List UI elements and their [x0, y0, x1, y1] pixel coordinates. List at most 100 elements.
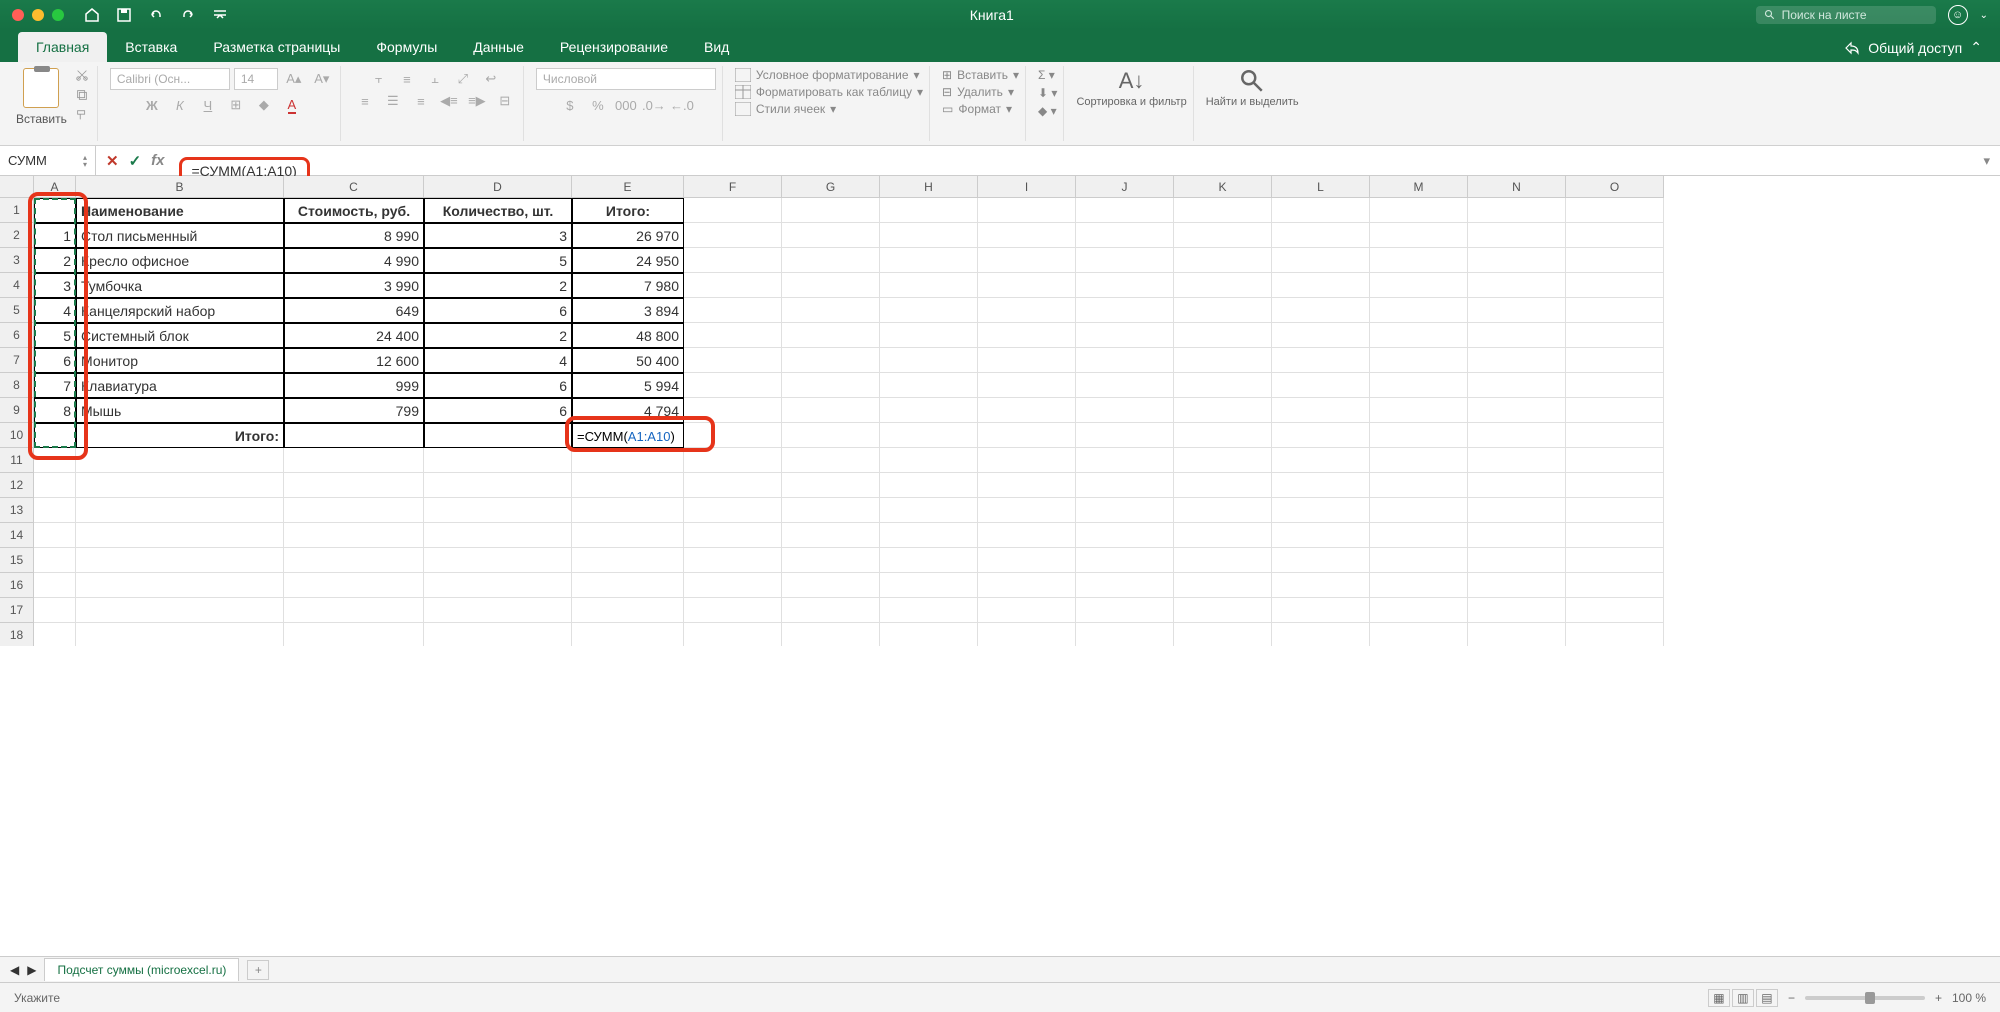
search-box[interactable]: Поиск на листе	[1756, 6, 1936, 24]
view-page-break-icon[interactable]: ▤	[1756, 989, 1778, 1007]
format-as-table-button[interactable]: Форматировать как таблицу ▾	[735, 85, 923, 99]
tab-insert[interactable]: Вставка	[107, 32, 195, 62]
col-header-L[interactable]: L	[1272, 176, 1370, 198]
more-icon[interactable]	[212, 7, 228, 23]
cell-C1[interactable]: Стоимость, руб.	[284, 198, 424, 223]
name-box-spinner-icon[interactable]: ▴▾	[83, 154, 87, 168]
col-header-K[interactable]: K	[1174, 176, 1272, 198]
format-painter-icon[interactable]	[73, 108, 91, 122]
col-header-A[interactable]: A	[34, 176, 76, 198]
cell-C2[interactable]: 8 990	[284, 223, 424, 248]
select-all-corner[interactable]	[0, 176, 34, 198]
zoom-slider[interactable]	[1805, 996, 1925, 1000]
share-button[interactable]: Общий доступ ⌃	[1844, 39, 1982, 62]
cell-A7[interactable]: 6	[34, 348, 76, 373]
wrap-text-icon[interactable]: ↩	[479, 68, 503, 90]
cell-E1[interactable]: Итого:	[572, 198, 684, 223]
find-select-button[interactable]: Найти и выделить	[1206, 68, 1299, 108]
cell-B2[interactable]: Стол письменный	[76, 223, 284, 248]
underline-button[interactable]: Ч	[196, 94, 220, 116]
redo-icon[interactable]	[180, 7, 196, 23]
delete-cells-button[interactable]: ⊟ Удалить ▾	[942, 85, 1019, 99]
col-header-E[interactable]: E	[572, 176, 684, 198]
cell-C8[interactable]: 999	[284, 373, 424, 398]
number-format-select[interactable]: Числовой	[536, 68, 716, 90]
format-cells-button[interactable]: ▭ Формат ▾	[942, 102, 1019, 116]
tab-view[interactable]: Вид	[686, 32, 747, 62]
row-header-15[interactable]: 15	[0, 548, 34, 573]
cell-A6[interactable]: 5	[34, 323, 76, 348]
feedback-icon[interactable]: ☺	[1948, 5, 1968, 25]
tab-formulas[interactable]: Формулы	[358, 32, 455, 62]
cell-A2[interactable]: 1	[34, 223, 76, 248]
cell-D7[interactable]: 4	[424, 348, 572, 373]
cell-C9[interactable]: 799	[284, 398, 424, 423]
row-header-3[interactable]: 3	[0, 248, 34, 273]
col-header-G[interactable]: G	[782, 176, 880, 198]
insert-cells-button[interactable]: ⊞ Вставить ▾	[942, 68, 1019, 82]
cell-E3[interactable]: 24 950	[572, 248, 684, 273]
view-normal-icon[interactable]: ▦	[1708, 989, 1730, 1007]
borders-button[interactable]: ⊞	[224, 94, 248, 116]
chevron-up-icon[interactable]: ⌃	[1970, 39, 1982, 56]
align-bottom-icon[interactable]: ⫠	[423, 68, 447, 90]
home-icon[interactable]	[84, 7, 100, 23]
cell-C7[interactable]: 12 600	[284, 348, 424, 373]
col-header-C[interactable]: C	[284, 176, 424, 198]
cell-D10[interactable]	[424, 423, 572, 448]
col-header-B[interactable]: B	[76, 176, 284, 198]
cell-E5[interactable]: 3 894	[572, 298, 684, 323]
tab-page-layout[interactable]: Разметка страницы	[195, 32, 358, 62]
tab-review[interactable]: Рецензирование	[542, 32, 686, 62]
font-name-select[interactable]: Calibri (Осн...	[110, 68, 230, 90]
row-header-8[interactable]: 8	[0, 373, 34, 398]
zoom-level[interactable]: 100 %	[1952, 991, 1986, 1005]
cell-D4[interactable]: 2	[424, 273, 572, 298]
cell-D3[interactable]: 5	[424, 248, 572, 273]
fill-color-button[interactable]: ◆	[252, 94, 276, 116]
cell-B9[interactable]: Мышь	[76, 398, 284, 423]
row-header-16[interactable]: 16	[0, 573, 34, 598]
cell-A4[interactable]: 3	[34, 273, 76, 298]
cell-B3[interactable]: Кресло офисное	[76, 248, 284, 273]
increase-font-icon[interactable]: A▴	[282, 68, 306, 90]
sheet-nav-prev[interactable]: ◀	[10, 963, 19, 977]
save-icon[interactable]	[116, 7, 132, 23]
add-sheet-button[interactable]: +	[247, 960, 269, 980]
cell-A9[interactable]: 8	[34, 398, 76, 423]
increase-indent-icon[interactable]: ≡▶	[465, 90, 489, 112]
cancel-formula-button[interactable]: ✕	[106, 152, 119, 170]
tab-home[interactable]: Главная	[18, 32, 107, 62]
row-header-1[interactable]: 1	[0, 198, 34, 223]
col-header-D[interactable]: D	[424, 176, 572, 198]
orientation-icon[interactable]: ⤢	[451, 68, 475, 90]
autosum-button[interactable]: Σ ▾	[1038, 68, 1057, 82]
fill-button[interactable]: ⬇ ▾	[1038, 86, 1057, 100]
cell-A5[interactable]: 4	[34, 298, 76, 323]
align-left-icon[interactable]: ≡	[353, 90, 377, 112]
sort-filter-button[interactable]: A↓ Сортировка и фильтр	[1076, 68, 1186, 108]
cell-C4[interactable]: 3 990	[284, 273, 424, 298]
cell-E6[interactable]: 48 800	[572, 323, 684, 348]
cell-B6[interactable]: Системный блок	[76, 323, 284, 348]
zoom-out-button[interactable]: −	[1788, 991, 1795, 1005]
tab-data[interactable]: Данные	[455, 32, 542, 62]
row-header-9[interactable]: 9	[0, 398, 34, 423]
cell-B4[interactable]: Тумбочка	[76, 273, 284, 298]
cell-D8[interactable]: 6	[424, 373, 572, 398]
clear-button[interactable]: ◆ ▾	[1038, 104, 1057, 118]
fx-icon[interactable]: fx	[151, 152, 164, 169]
cell-A3[interactable]: 2	[34, 248, 76, 273]
cell-D6[interactable]: 2	[424, 323, 572, 348]
cell-A1[interactable]	[34, 198, 76, 223]
cell-E4[interactable]: 7 980	[572, 273, 684, 298]
sheet-tab-active[interactable]: Подсчет суммы (microexcel.ru)	[44, 958, 239, 981]
row-header-13[interactable]: 13	[0, 498, 34, 523]
cell-B8[interactable]: Клавиатура	[76, 373, 284, 398]
zoom-in-button[interactable]: +	[1935, 991, 1942, 1005]
col-header-M[interactable]: M	[1370, 176, 1468, 198]
increase-decimal-icon[interactable]: .0→	[642, 94, 666, 116]
align-center-icon[interactable]: ☰	[381, 90, 405, 112]
cell-B7[interactable]: Монитор	[76, 348, 284, 373]
row-header-18[interactable]: 18	[0, 623, 34, 646]
